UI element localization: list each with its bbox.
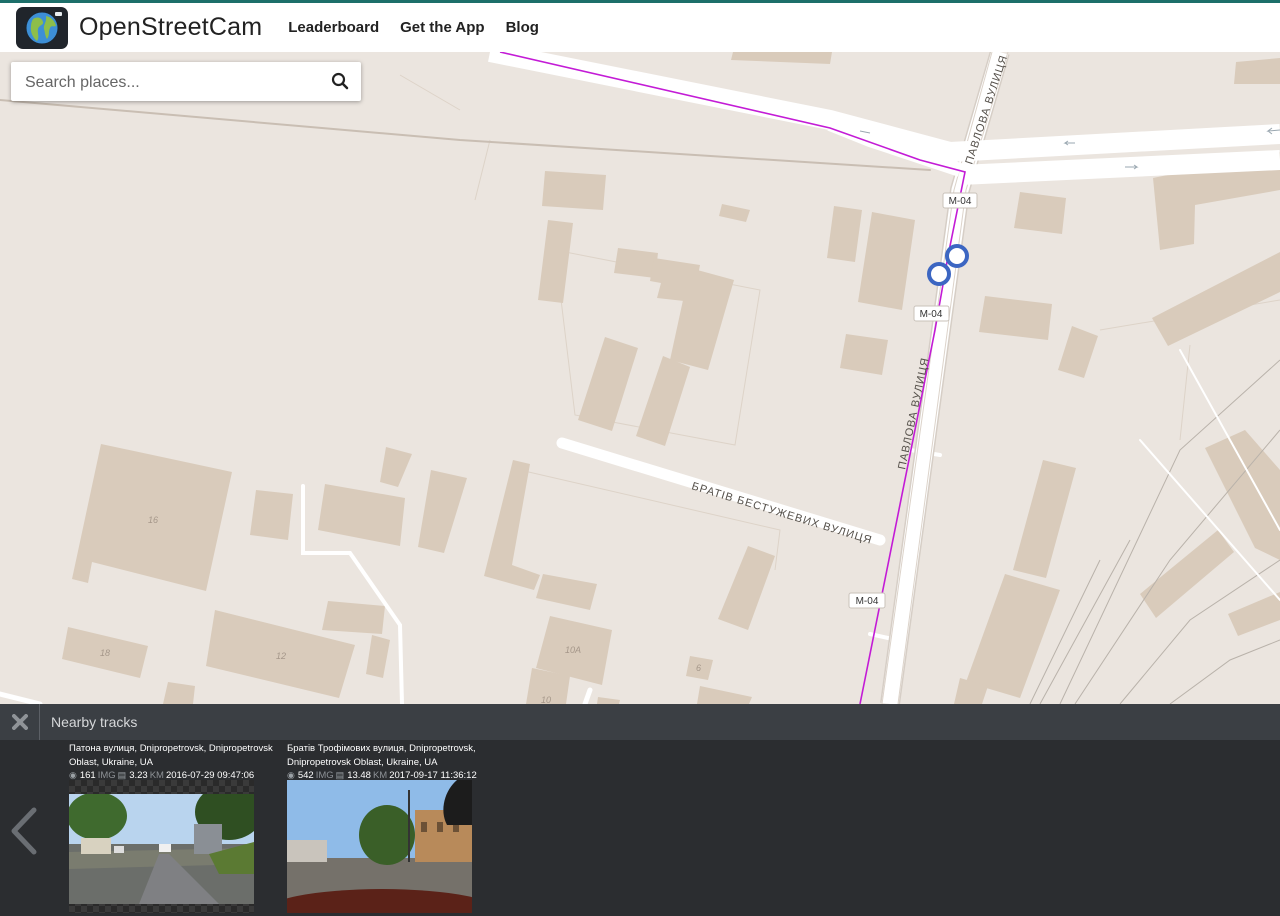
search-box <box>11 62 361 103</box>
track-thumbnail[interactable] <box>69 780 254 913</box>
chevron-left-icon[interactable] <box>6 806 40 856</box>
street-photo <box>287 780 472 913</box>
road-shield: М-04 <box>856 596 879 607</box>
close-icon <box>11 714 28 730</box>
map-view[interactable]: 16 12 18 10А 6 10 ПАВЛОВА ВУЛИЦЯ ПАВЛОВА… <box>0 52 1280 704</box>
track-card[interactable]: Братів Трофімових вулиця, Dnipropetrovsk… <box>287 742 497 782</box>
street-photo <box>69 794 254 904</box>
nearby-tracks-list: Патона вулиця, Dnipropetrovsk, Dnipropet… <box>0 740 1280 916</box>
house-number: 10А <box>565 645 581 655</box>
main-nav: Leaderboard Get the App Blog <box>288 19 560 36</box>
close-panel-button[interactable] <box>0 704 40 740</box>
nav-get-the-app[interactable]: Get the App <box>400 19 484 36</box>
photo-marker[interactable] <box>927 262 951 286</box>
nearby-tracks-header: Nearby tracks <box>0 704 1280 740</box>
house-number: 16 <box>148 515 158 525</box>
nav-leaderboard[interactable]: Leaderboard <box>288 19 379 36</box>
road-shield: М-04 <box>949 196 972 207</box>
nav-blog[interactable]: Blog <box>506 19 539 36</box>
brand-logo[interactable]: OpenStreetCam <box>16 6 263 49</box>
road-shield: М-04 <box>920 309 943 320</box>
brand-name: OpenStreetCam <box>79 13 263 41</box>
house-number: 18 <box>100 648 110 658</box>
panel-title: Nearby tracks <box>51 714 138 730</box>
photo-marker[interactable] <box>945 244 969 268</box>
globe-camera-icon <box>16 6 68 49</box>
track-address: Патона вулиця, Dnipropetrovsk, Dnipropet… <box>69 743 273 768</box>
track-address: Братів Трофімових вулиця, Dnipropetrovsk… <box>287 743 476 768</box>
house-number: 12 <box>276 651 286 661</box>
search-input[interactable] <box>23 62 327 103</box>
search-icon[interactable] <box>331 72 349 90</box>
house-number: 10 <box>541 695 551 704</box>
house-number: 6 <box>696 663 701 673</box>
track-card[interactable]: Патона вулиця, Dnipropetrovsk, Dnipropet… <box>69 742 279 782</box>
track-thumbnail[interactable] <box>287 780 472 913</box>
map-canvas: 16 12 18 10А 6 10 ПАВЛОВА ВУЛИЦЯ ПАВЛОВА… <box>0 52 1280 704</box>
top-header: OpenStreetCam Leaderboard Get the App Bl… <box>0 0 1280 52</box>
